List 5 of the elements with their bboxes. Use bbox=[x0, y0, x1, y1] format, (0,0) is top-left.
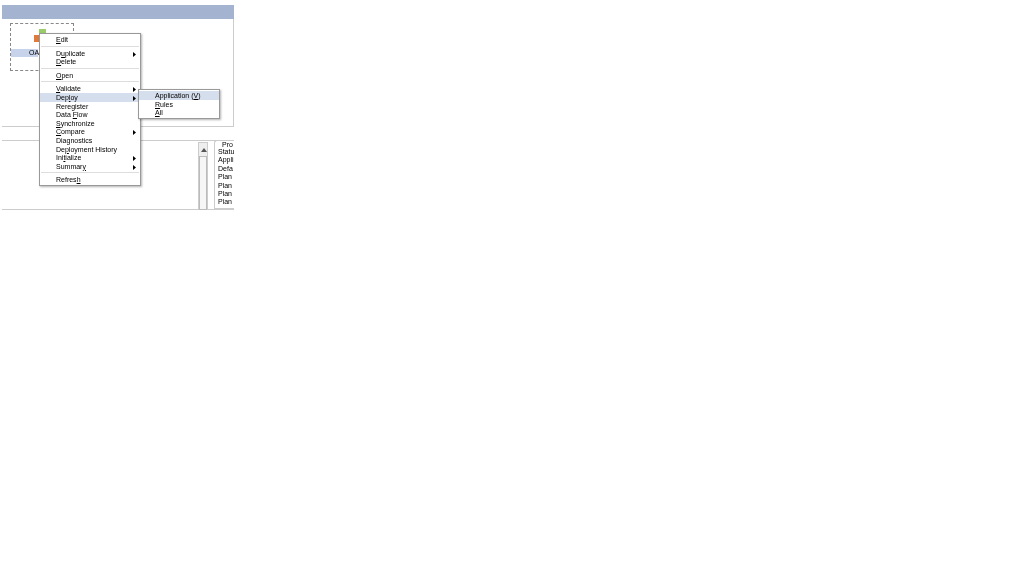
scroll-up-icon[interactable] bbox=[201, 148, 207, 152]
scroll-thumb[interactable] bbox=[199, 156, 207, 210]
submenu-arrow-icon bbox=[133, 51, 136, 57]
scrollbar[interactable] bbox=[198, 142, 208, 209]
submenu-arrow-icon bbox=[133, 130, 136, 136]
